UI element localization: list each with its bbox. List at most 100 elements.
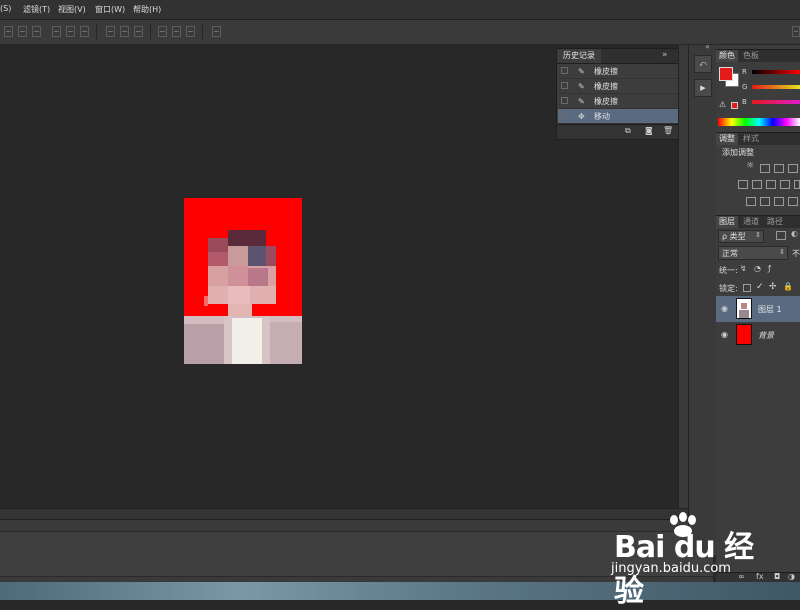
history-source-checkbox[interactable] — [561, 67, 568, 74]
distribute-hcenter-icon[interactable] — [172, 26, 181, 37]
black-white-icon[interactable] — [780, 180, 790, 189]
history-row-label: 移动 — [594, 112, 610, 121]
color-panel-header: 颜色 色板 — [716, 49, 800, 62]
green-slider[interactable] — [752, 85, 800, 89]
layer-filter-select[interactable]: ρ 类型 ⇕ — [718, 230, 764, 243]
lock-transparent-icon[interactable] — [743, 284, 751, 292]
tab-paths[interactable]: 路径 — [764, 216, 786, 228]
gradient-map-icon[interactable] — [788, 197, 798, 206]
tab-adjustments[interactable]: 调整 — [716, 133, 738, 145]
unify-visibility-icon[interactable]: ◔ — [754, 264, 761, 273]
divider — [202, 24, 203, 39]
select-arrows-icon: ⇕ — [779, 248, 785, 256]
coat-area — [268, 322, 302, 364]
red-slider[interactable] — [752, 70, 800, 74]
distribute-vcenter-icon[interactable] — [120, 26, 129, 37]
color-ramp[interactable] — [718, 118, 800, 126]
blue-slider[interactable] — [752, 100, 800, 104]
history-dock-icon[interactable]: ⤺ — [694, 55, 712, 73]
distribute-top-icon[interactable] — [106, 26, 115, 37]
tab-styles[interactable]: 样式 — [740, 133, 762, 145]
adjustment-layer-icon[interactable]: ◑ — [788, 572, 795, 581]
snapshot-camera-icon[interactable]: ◙ — [645, 126, 653, 135]
pixel-block — [228, 230, 266, 246]
levels-icon[interactable] — [760, 164, 770, 173]
distribute-bottom-icon[interactable] — [134, 26, 143, 37]
lock-position-icon[interactable]: ✢ — [769, 282, 777, 292]
photo-filter-icon[interactable] — [794, 180, 800, 189]
eraser-icon: ✎ — [578, 97, 585, 106]
pixel-block — [248, 268, 268, 286]
color-balance-icon[interactable] — [766, 180, 776, 189]
divider — [150, 24, 151, 39]
invert-icon[interactable] — [746, 197, 756, 206]
tab-layers[interactable]: 图层 — [716, 216, 738, 228]
distribute-right-icon[interactable] — [186, 26, 195, 37]
curves-icon[interactable] — [774, 164, 784, 173]
align-right-icon[interactable] — [80, 26, 89, 37]
expand-panels-icon[interactable]: « — [705, 42, 710, 51]
coat-area — [224, 316, 232, 364]
threshold-icon[interactable] — [774, 197, 784, 206]
exposure-icon[interactable] — [788, 164, 798, 173]
align-vcenter-icon[interactable] — [18, 26, 27, 37]
filter-adjustment-icon[interactable]: ◐ — [791, 229, 798, 238]
menu-item-select[interactable]: (S) — [0, 4, 11, 13]
lock-all-icon[interactable]: 🔒 — [783, 282, 793, 291]
history-source-checkbox[interactable] — [561, 97, 568, 104]
hue-saturation-icon[interactable] — [752, 180, 762, 189]
menu-item-window[interactable]: 窗口(W) — [95, 4, 125, 15]
auto-align-icon[interactable] — [212, 26, 221, 37]
layer-row[interactable]: ◉ 背景 — [716, 322, 800, 348]
history-source-checkbox[interactable] — [561, 82, 568, 89]
eye-icon[interactable]: ◉ — [721, 304, 728, 313]
history-panel-header: 历史记录 » ≡ — [557, 49, 689, 64]
layer-name[interactable]: 背景 — [758, 330, 774, 341]
blend-mode-select[interactable]: 正常 ⇕ — [718, 246, 788, 260]
layer-filter-value: ρ 类型 — [722, 232, 746, 241]
tab-swatches[interactable]: 色板 — [740, 50, 762, 62]
eye-icon[interactable]: ◉ — [721, 330, 728, 339]
layer-row-selected[interactable]: ◉ 图层 1 — [716, 296, 800, 322]
tab-channels[interactable]: 通道 — [740, 216, 762, 228]
align-top-icon[interactable] — [4, 26, 13, 37]
layer-name[interactable]: 图层 1 — [758, 304, 782, 315]
menu-item-view[interactable]: 视图(V) — [58, 4, 86, 15]
trash-icon[interactable]: 🗑 — [663, 126, 673, 135]
lock-image-brush-icon[interactable]: ✓ — [756, 282, 764, 292]
collapse-icon[interactable]: » — [662, 50, 668, 60]
adjustments-panel-header: 调整 样式 — [716, 132, 800, 145]
vibrance-icon[interactable] — [738, 180, 748, 189]
layer-thumbnail — [736, 324, 752, 345]
layer-mask-icon[interactable]: ◘ — [774, 572, 780, 581]
unify-style-icon[interactable]: ƒ — [768, 264, 771, 273]
mode-3d-icon[interactable] — [792, 26, 800, 37]
brightness-contrast-icon[interactable]: ☼ — [746, 161, 754, 171]
actions-dock-icon[interactable]: ▶ — [694, 79, 712, 97]
timeline-track[interactable] — [0, 531, 713, 577]
document-canvas[interactable] — [184, 198, 302, 364]
history-row[interactable]: ✎ 橡皮擦 — [558, 64, 680, 79]
align-hcenter-icon[interactable] — [66, 26, 75, 37]
foreground-color-swatch[interactable] — [719, 67, 733, 81]
new-document-from-state-icon[interactable]: ⧉ — [625, 126, 631, 136]
posterize-icon[interactable] — [760, 197, 770, 206]
history-source-checkbox[interactable] — [561, 112, 568, 119]
history-row[interactable]: ✎ 橡皮擦 — [558, 94, 680, 109]
history-row-selected[interactable]: ✥ 移动 — [558, 109, 680, 124]
history-row[interactable]: ✎ 橡皮擦 — [558, 79, 680, 94]
align-left-icon[interactable] — [52, 26, 61, 37]
baidu-jingyan-watermark: Bai du 经验 jingyan.baidu.com — [608, 512, 768, 609]
layers-panel-header: 图层 通道 路径 — [716, 215, 800, 228]
shirt-area — [228, 318, 266, 364]
menu-item-help[interactable]: 帮助(H) — [133, 4, 161, 15]
filter-pixel-icon[interactable] — [776, 231, 786, 240]
distribute-left-icon[interactable] — [158, 26, 167, 37]
align-bottom-icon[interactable] — [32, 26, 41, 37]
horizontal-scrollbar[interactable] — [0, 508, 688, 519]
history-tab[interactable]: 历史记录 — [557, 49, 601, 63]
menu-item-filter[interactable]: 滤镜(T) — [23, 4, 50, 15]
tab-color[interactable]: 颜色 — [716, 50, 738, 62]
unify-position-icon[interactable]: ↯ — [740, 264, 747, 273]
closest-color-swatch[interactable] — [731, 102, 738, 109]
